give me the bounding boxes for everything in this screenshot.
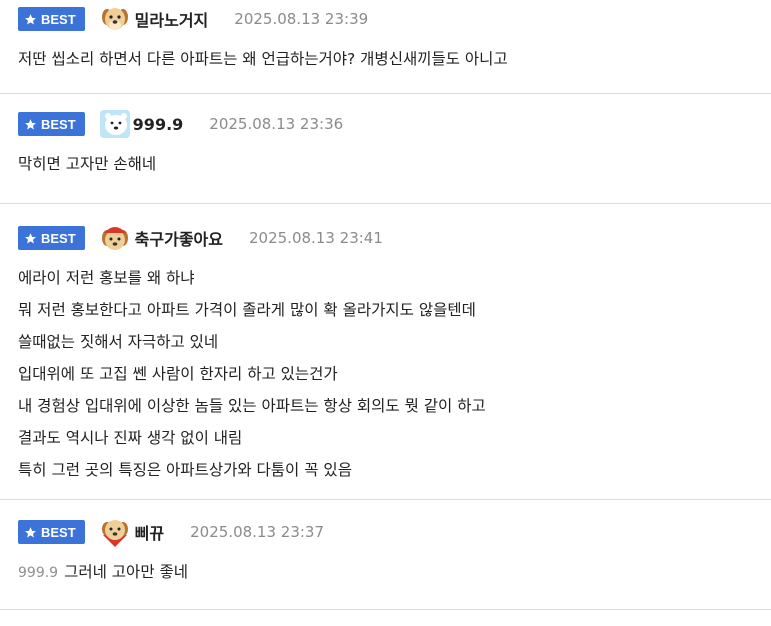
comment-line: 막히면 고자만 손해네 xyxy=(18,155,157,173)
comment-line: 저딴 씹소리 하면서 다른 아파트는 왜 언급하는거야? 개병신새끼들도 아니고 xyxy=(18,50,508,68)
comment-line: 결과도 역시나 진짜 생각 없이 내림 xyxy=(18,429,243,447)
best-badge-label: BEST xyxy=(41,524,76,540)
comment-line: 특히 그런 곳의 특징은 아파트상가와 다툼이 꼭 있음 xyxy=(18,461,352,479)
comment-header: BEST 축구가좋아요 2025.08.13 23:41 xyxy=(18,224,753,252)
comment-item: BEST 축구가좋아요 2025.08.13 23:41 에라이 저런 홍보를 … xyxy=(0,204,771,500)
comment-line: 999.9 그러네 고아만 좋네 xyxy=(18,556,753,589)
comment-body: 에라이 저런 홍보를 왜 하냐 뭐 저런 홍보한다고 아파트 가격이 졸라게 많… xyxy=(18,262,753,486)
comment-body: 막히면 고자만 손해네 xyxy=(18,148,753,180)
best-badge-label: BEST xyxy=(41,11,76,27)
best-badge-label: BEST xyxy=(41,116,76,132)
comment-header: BEST 밀라노거지 2025.08.13 23:39 xyxy=(18,5,753,33)
best-badge: BEST xyxy=(18,520,85,544)
comment-body: 저딴 씹소리 하면서 다른 아파트는 왜 언급하는거야? 개병신새끼들도 아니고 xyxy=(18,43,753,75)
best-badge: BEST xyxy=(18,226,85,250)
polar-bear-icon[interactable] xyxy=(99,109,131,139)
best-badge-label: BEST xyxy=(41,230,76,246)
timestamp: 2025.08.13 23:37 xyxy=(190,523,325,541)
comment-item: BEST 999.9 2025.08.13 23:36 막히면 고자만 손해네 xyxy=(0,94,771,204)
best-badge: BEST xyxy=(18,7,85,31)
comment-line: 에라이 저런 홍보를 왜 하냐 xyxy=(18,269,195,287)
star-icon xyxy=(25,13,36,24)
comment-list: BEST 밀라노거지 2025.08.13 23:39 저딴 씹소리 하면서 다… xyxy=(0,0,771,626)
puppy-icon[interactable] xyxy=(99,4,131,34)
nickname[interactable]: 축구가좋아요 xyxy=(135,226,223,250)
comment-item: BEST 밀라노거지 2025.08.13 23:39 저딴 씹소리 하면서 다… xyxy=(0,0,771,94)
comment-body: 999.9 그러네 고아만 좋네 xyxy=(18,556,753,589)
puppy-red-hat-icon[interactable] xyxy=(99,223,131,253)
comment-line: 뭐 저런 홍보한다고 아파트 가격이 졸라게 많이 확 올라가지도 않을텐데 xyxy=(18,301,476,319)
comment-item: BEST 삐뀨 2025.08.13 23:37 999.9 그러네 고아만 좋네 xyxy=(0,500,771,610)
nickname[interactable]: 삐뀨 xyxy=(135,520,164,544)
comment-header: BEST 999.9 2025.08.13 23:36 xyxy=(18,110,753,138)
comment-text: 그러네 고아만 좋네 xyxy=(64,563,189,581)
comment-line: 입대위에 또 고집 쎈 사람이 한자리 하고 있는건가 xyxy=(18,365,338,383)
star-icon xyxy=(25,118,36,129)
timestamp: 2025.08.13 23:41 xyxy=(249,229,383,247)
nickname[interactable]: 999.9 xyxy=(133,115,184,134)
reply-target[interactable]: 999.9 xyxy=(18,565,58,581)
puppy-cape-icon[interactable] xyxy=(99,517,131,547)
comment-line: 쓸때없는 짓해서 자극하고 있네 xyxy=(18,333,219,351)
star-icon xyxy=(25,526,36,537)
comment-header: BEST 삐뀨 2025.08.13 23:37 xyxy=(18,517,753,547)
best-badge: BEST xyxy=(18,112,85,136)
timestamp: 2025.08.13 23:39 xyxy=(234,10,369,28)
nickname[interactable]: 밀라노거지 xyxy=(135,7,209,31)
timestamp: 2025.08.13 23:36 xyxy=(209,115,344,133)
star-icon xyxy=(25,232,36,243)
comment-line: 내 경험상 입대위에 이상한 놈들 있는 아파트는 항상 회의도 뭣 같이 하고 xyxy=(18,397,486,415)
